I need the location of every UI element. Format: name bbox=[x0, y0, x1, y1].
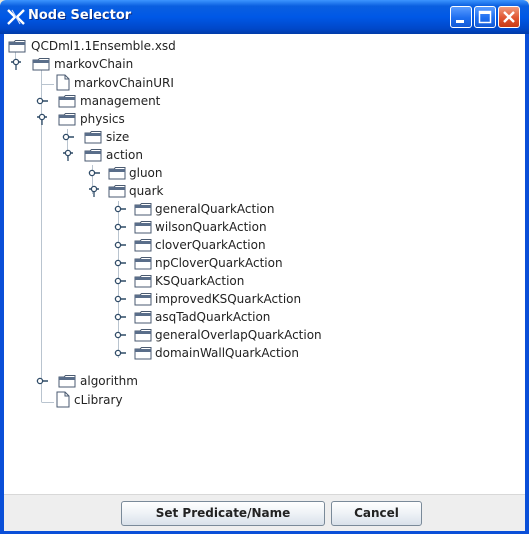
tree-node-label: QCDml1.1Ensemble.xsd bbox=[31, 39, 176, 53]
expanded-toggle-icon[interactable] bbox=[88, 185, 100, 197]
tree-node-root[interactable]: QCDml1.1Ensemble.xsd bbox=[8, 37, 268, 55]
maximize-button[interactable] bbox=[474, 6, 496, 28]
folder-icon bbox=[134, 221, 152, 234]
tree-node-label: markovChain bbox=[54, 57, 134, 71]
tree-node-ksquarkaction[interactable]: KSQuarkAction bbox=[114, 272, 414, 290]
tree-node-label: npCloverQuarkAction bbox=[155, 256, 283, 270]
tree-node-label: physics bbox=[80, 112, 125, 126]
collapsed-toggle-icon[interactable] bbox=[114, 221, 126, 233]
tree-node-size[interactable]: size bbox=[62, 128, 322, 146]
tree-node-gluon[interactable]: gluon bbox=[88, 164, 348, 182]
close-button[interactable] bbox=[498, 6, 520, 28]
folder-icon bbox=[134, 293, 152, 306]
java-x-icon bbox=[7, 9, 25, 25]
tree-node-label: quark bbox=[129, 184, 164, 198]
tree-node-label: wilsonQuarkAction bbox=[155, 220, 267, 234]
title-bar[interactable]: Node Selector bbox=[0, 0, 529, 34]
tree-node-clibrary[interactable]: cLibrary bbox=[56, 391, 316, 409]
folder-icon bbox=[84, 149, 102, 162]
tree-node-quark[interactable]: quark bbox=[88, 182, 348, 200]
cancel-button[interactable]: Cancel bbox=[331, 501, 422, 526]
tree-node-label: generalQuarkAction bbox=[155, 202, 275, 216]
tree-node-management[interactable]: management bbox=[36, 92, 296, 110]
collapsed-toggle-icon[interactable] bbox=[62, 131, 74, 143]
folder-icon bbox=[108, 185, 126, 198]
button-bar: Set Predicate/Name Cancel bbox=[4, 494, 525, 531]
folder-icon bbox=[134, 329, 152, 342]
tree-node-cloverquarkaction[interactable]: cloverQuarkAction bbox=[114, 236, 414, 254]
tree-node-label: algorithm bbox=[80, 374, 138, 388]
collapsed-toggle-icon[interactable] bbox=[114, 329, 126, 341]
tree-node-label: improvedKSQuarkAction bbox=[155, 292, 302, 306]
tree-node-generaloverlapquarkaction[interactable]: generalOverlapQuarkAction bbox=[114, 326, 414, 344]
expanded-toggle-icon[interactable] bbox=[36, 113, 48, 125]
minimize-icon bbox=[456, 20, 464, 23]
folder-icon bbox=[58, 375, 76, 388]
minimize-button[interactable] bbox=[450, 6, 472, 28]
tree-node-label: action bbox=[106, 148, 143, 162]
maximize-icon bbox=[478, 10, 492, 24]
tree-node-label: cloverQuarkAction bbox=[155, 238, 266, 252]
folder-icon bbox=[8, 40, 26, 53]
document-icon bbox=[56, 391, 70, 408]
tree-node-physics[interactable]: physics bbox=[36, 110, 296, 128]
tree-node-label: KSQuarkAction bbox=[155, 274, 245, 288]
folder-icon bbox=[134, 203, 152, 216]
tree-node-label: markovChainURI bbox=[74, 76, 174, 90]
tree-node-markovchain[interactable]: markovChain bbox=[10, 55, 270, 73]
document-icon bbox=[56, 74, 70, 91]
collapsed-toggle-icon[interactable] bbox=[114, 347, 126, 359]
tree-node-asqtadquarkaction[interactable]: asqTadQuarkAction bbox=[114, 308, 414, 326]
tree-node-action[interactable]: action bbox=[62, 146, 322, 164]
close-icon bbox=[503, 11, 515, 23]
collapsed-toggle-icon[interactable] bbox=[114, 311, 126, 323]
collapsed-toggle-icon[interactable] bbox=[88, 167, 100, 179]
collapsed-toggle-icon[interactable] bbox=[36, 375, 48, 387]
collapsed-toggle-icon[interactable] bbox=[114, 203, 126, 215]
collapsed-toggle-icon[interactable] bbox=[36, 95, 48, 107]
folder-icon bbox=[84, 131, 102, 144]
folder-icon bbox=[134, 239, 152, 252]
collapsed-toggle-icon[interactable] bbox=[114, 239, 126, 251]
tree-node-label: management bbox=[80, 94, 161, 108]
expanded-toggle-icon[interactable] bbox=[10, 58, 22, 70]
folder-icon bbox=[58, 113, 76, 126]
folder-icon bbox=[134, 257, 152, 270]
folder-icon bbox=[134, 347, 152, 360]
tree-node-npcloverquarkaction[interactable]: npCloverQuarkAction bbox=[114, 254, 414, 272]
tree-node-generalquarkaction[interactable]: generalQuarkAction bbox=[114, 200, 414, 218]
folder-icon bbox=[32, 58, 50, 71]
tree-node-label: asqTadQuarkAction bbox=[155, 310, 271, 324]
expanded-toggle-icon[interactable] bbox=[62, 149, 74, 161]
set-predicate-name-button[interactable]: Set Predicate/Name bbox=[121, 501, 325, 526]
collapsed-toggle-icon[interactable] bbox=[114, 257, 126, 269]
collapsed-toggle-icon[interactable] bbox=[114, 293, 126, 305]
tree-node-domainwallquarkaction[interactable]: domainWallQuarkAction bbox=[114, 344, 414, 362]
tree-node-label: cLibrary bbox=[74, 393, 123, 407]
tree-node-label: gluon bbox=[129, 166, 163, 180]
tree-node-wilsonquarkaction[interactable]: wilsonQuarkAction bbox=[114, 218, 414, 236]
folder-icon bbox=[134, 311, 152, 324]
folder-icon bbox=[58, 95, 76, 108]
node-selector-window: Node Selector QCDml1.1Ensemble.xsd marko… bbox=[0, 0, 529, 534]
window-title: Node Selector bbox=[28, 8, 132, 23]
tree-node-improvedksquarkaction[interactable]: improvedKSQuarkAction bbox=[114, 290, 414, 308]
folder-icon bbox=[108, 167, 126, 180]
tree-node-label: domainWallQuarkAction bbox=[155, 346, 299, 360]
tree-node-markovchainuri[interactable]: markovChainURI bbox=[56, 74, 316, 92]
collapsed-toggle-icon[interactable] bbox=[114, 275, 126, 287]
tree-node-label: generalOverlapQuarkAction bbox=[155, 328, 322, 342]
tree-node-algorithm[interactable]: algorithm bbox=[36, 372, 296, 390]
folder-icon bbox=[134, 275, 152, 288]
tree-node-label: size bbox=[106, 130, 130, 144]
node-tree[interactable]: QCDml1.1Ensemble.xsd markovChain markovC… bbox=[4, 34, 525, 494]
